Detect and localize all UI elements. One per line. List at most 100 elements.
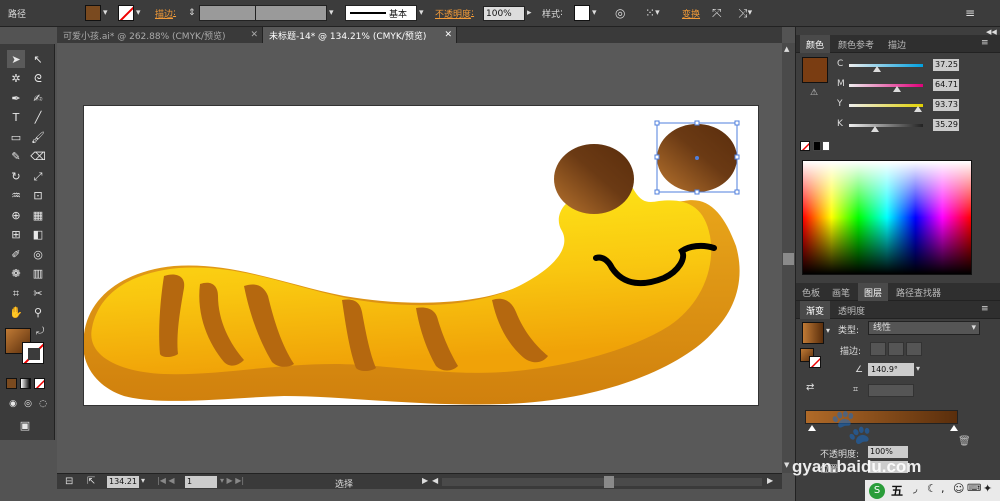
scroll-down-icon[interactable]: ▼	[784, 461, 789, 469]
horizontal-scrollbar[interactable]	[442, 476, 762, 488]
reverse-gradient-icon[interactable]: ⇄	[806, 382, 814, 393]
opacity-input[interactable]: 100% ▸	[483, 5, 532, 21]
pen-tool-icon[interactable]: ✒	[7, 89, 25, 107]
fill-swatch[interactable]: ▾	[85, 5, 108, 21]
lasso-icon[interactable]: ᘓ	[29, 69, 47, 87]
brush-definition-dropdown[interactable]: 基本 ▾	[345, 5, 424, 21]
stroke-weight-stepper[interactable]: ⇕	[188, 5, 259, 21]
angle-dropdown-icon[interactable]: ▾	[916, 364, 920, 373]
warp-icon[interactable]: ♒	[7, 186, 25, 204]
color-spectrum[interactable]	[802, 160, 972, 275]
cmyk-slider-knob[interactable]	[871, 126, 880, 132]
black-swatch[interactable]	[813, 141, 821, 151]
mesh-icon[interactable]: ⊞	[7, 225, 25, 243]
stroke-gradient-option-3[interactable]	[906, 342, 922, 356]
perspective-grid-icon[interactable]: ▦	[29, 206, 47, 224]
curvature-icon[interactable]: ✍	[29, 89, 47, 107]
cmyk-slider-track[interactable]	[849, 84, 923, 87]
gradient-stroke-icon[interactable]	[809, 356, 821, 368]
cmyk-slider-k[interactable]: K 35.29	[837, 119, 997, 133]
align-grid-icon[interactable]: ⁙ ▾	[645, 5, 660, 21]
cmyk-slider-track[interactable]	[849, 104, 923, 107]
ime-punctuation-icon[interactable]: ,	[941, 482, 945, 495]
tab-color[interactable]: 颜色	[800, 35, 831, 53]
hscroll-left-icon[interactable]: ◀	[432, 476, 438, 485]
gradient-mode-icon[interactable]	[20, 378, 31, 389]
ime-emoji-icon[interactable]: ☺	[953, 482, 964, 495]
aspect-ratio-input[interactable]	[868, 384, 914, 397]
free-transform-icon[interactable]: ⊡	[29, 186, 47, 204]
rectangle-tool-icon[interactable]: ▭	[7, 128, 25, 146]
stroke-color-box[interactable]	[22, 342, 44, 364]
zoom-input[interactable]: 134.21	[107, 476, 139, 488]
blend-icon[interactable]: ◎	[29, 245, 47, 263]
gradient-type-select[interactable]: 线性 ▾	[868, 321, 980, 335]
color-panel-swatch[interactable]	[802, 57, 828, 83]
cmyk-slider-track[interactable]	[849, 64, 923, 67]
cmyk-value-input[interactable]: 37.25	[933, 59, 959, 71]
hscroll-right-icon[interactable]: ▶	[767, 476, 773, 485]
vertical-scrollbar[interactable]: ▲ ▼	[782, 43, 795, 473]
gradient-preview[interactable]	[802, 322, 824, 344]
type-tool-icon[interactable]: T	[7, 108, 25, 126]
artboard-number-input[interactable]: 1	[185, 476, 217, 488]
ime-logo-icon[interactable]: S	[869, 483, 885, 499]
ime-mode-label[interactable]: 五	[891, 482, 903, 499]
hand-tool-icon[interactable]: ✋	[7, 303, 25, 321]
hscroll-thumb[interactable]	[604, 476, 614, 488]
tab-brushes[interactable]: 画笔	[826, 283, 856, 301]
caterpillar-artwork[interactable]	[84, 106, 759, 406]
color-mode-icon[interactable]	[6, 378, 17, 389]
color-panel-menu-icon[interactable]: ≡	[981, 38, 989, 48]
column-graph-icon[interactable]: ▥	[29, 264, 47, 282]
symbol-sprayer-icon[interactable]: ❁	[7, 264, 25, 282]
cmyk-slider-knob[interactable]	[872, 66, 881, 72]
eyedropper-icon[interactable]: ✐	[7, 245, 25, 263]
gradient-stop-left[interactable]	[808, 425, 816, 431]
artboard-tool-icon[interactable]: ⌗	[7, 284, 25, 302]
panel-menu-icon[interactable]: ≡	[965, 5, 975, 21]
gradient-slider[interactable]	[805, 410, 958, 424]
stroke-gradient-option-1[interactable]	[870, 342, 886, 356]
cmyk-value-input[interactable]: 35.29	[933, 119, 959, 131]
collapse-panels-icon[interactable]: ◀◀	[986, 28, 997, 36]
cmyk-slider-c[interactable]: C 37.25	[837, 59, 997, 73]
slice-icon[interactable]: ✂	[29, 284, 47, 302]
ime-half-width-icon[interactable]: ◞	[913, 482, 917, 495]
stroke-swatch[interactable]: ▾	[118, 5, 141, 21]
zoom-dropdown-icon[interactable]: ▾	[141, 476, 145, 485]
tab-transparency[interactable]: 透明度	[832, 301, 871, 319]
tab-stroke[interactable]: 描边	[882, 35, 912, 53]
line-tool-icon[interactable]: ╱	[29, 108, 47, 126]
next-artboard-icon[interactable]: ▾ ▶ ▶|	[220, 476, 244, 485]
stroke-label[interactable]: 描边:	[155, 5, 176, 21]
none-mode-icon[interactable]	[34, 378, 45, 389]
cmyk-slider-track[interactable]	[849, 124, 923, 127]
cmyk-slider-knob[interactable]	[914, 106, 923, 112]
none-color-icon[interactable]	[800, 141, 810, 151]
cmyk-value-input[interactable]: 93.73	[933, 99, 959, 111]
gradient-preview-dropdown-icon[interactable]: ▾	[826, 326, 830, 335]
transform-link[interactable]: 变换	[682, 5, 700, 21]
pencil-icon[interactable]: ✎	[7, 147, 25, 165]
ime-moon-icon[interactable]: ☾	[927, 482, 937, 495]
cmyk-slider-y[interactable]: Y 93.73	[837, 99, 997, 113]
share-icon[interactable]: ⇱	[87, 476, 95, 487]
direct-selection-icon[interactable]: ↖	[29, 50, 47, 68]
ime-settings-icon[interactable]: ✦	[983, 482, 992, 495]
cmyk-value-input[interactable]: 64.71	[933, 79, 959, 91]
tab-pathfinder[interactable]: 路径查找器	[890, 283, 947, 301]
out-of-gamut-icon[interactable]: ⚠	[810, 88, 818, 98]
tab-swatches[interactable]: 色板	[796, 283, 826, 301]
draw-inside-icon[interactable]: ◌	[34, 395, 52, 413]
shape-builder-icon[interactable]: ⊕	[7, 206, 25, 224]
cmyk-slider-knob[interactable]	[892, 86, 901, 92]
tab-layers[interactable]: 图层	[858, 283, 889, 301]
delete-stop-icon[interactable]: 🗑	[958, 436, 971, 447]
selection-tool-icon[interactable]: ➤	[7, 50, 25, 68]
first-artboard-icon[interactable]: |◀ ◀	[157, 476, 175, 485]
artboard[interactable]	[83, 105, 759, 406]
opacity-label[interactable]: 不透明度:	[435, 5, 474, 21]
eraser-icon[interactable]: ⌫	[29, 147, 47, 165]
gradient-panel-menu-icon[interactable]: ≡	[981, 304, 989, 314]
